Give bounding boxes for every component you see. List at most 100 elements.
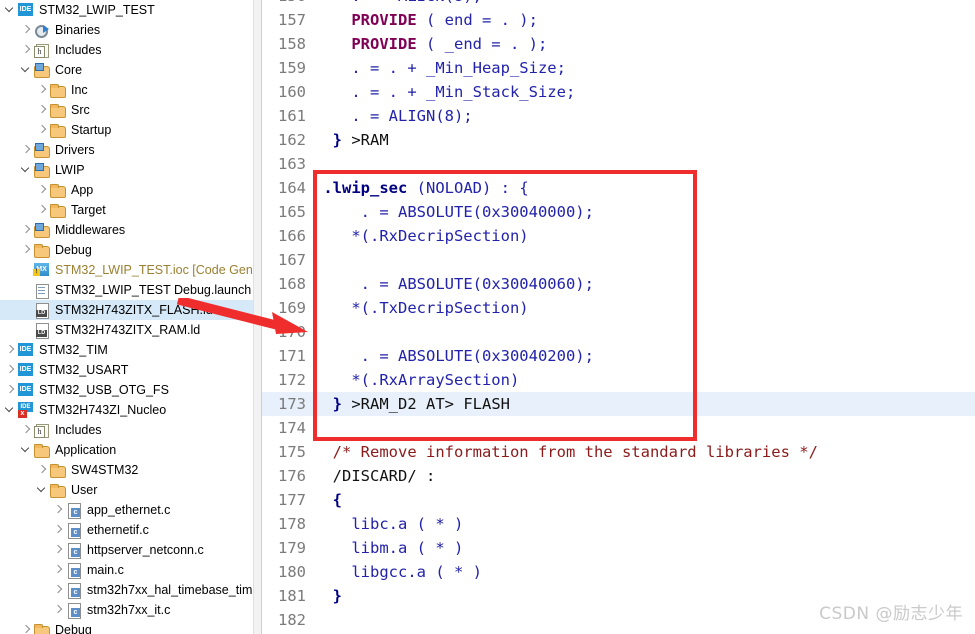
code-line[interactable]: 170 <box>262 320 975 344</box>
code-line[interactable]: 160 . = . + _Min_Stack_Size; <box>262 80 975 104</box>
code-line[interactable]: 165 . = ABSOLUTE(0x30040000); <box>262 200 975 224</box>
tree-item-target[interactable]: Target <box>0 200 253 220</box>
chevron-right-icon[interactable] <box>51 520 65 540</box>
tree-item-stm32h743zitx-flash-ld[interactable]: STM32H743ZITX_FLASH.ld <box>0 300 253 320</box>
tree-item-startup[interactable]: Startup <box>0 120 253 140</box>
chevron-right-icon[interactable] <box>51 500 65 520</box>
code-line[interactable]: 158 PROVIDE ( _end = . ); <box>262 32 975 56</box>
code-content[interactable]: 156 . = ALIGN(8);157 PROVIDE ( end = . )… <box>262 0 975 632</box>
chevron-right-icon[interactable] <box>35 100 49 120</box>
chevron-right-icon[interactable] <box>19 220 33 240</box>
chevron-down-icon[interactable] <box>19 160 33 180</box>
tree-item-middlewares[interactable]: Middlewares <box>0 220 253 240</box>
tree-item-application[interactable]: Application <box>0 440 253 460</box>
chevron-right-icon[interactable] <box>19 420 33 440</box>
tree-item-label: STM32_LWIP_TEST.ioc [Code Gener <box>55 263 253 277</box>
code-editor[interactable]: 156 . = ALIGN(8);157 PROVIDE ( end = . )… <box>262 0 975 634</box>
chevron-right-icon[interactable] <box>3 360 17 380</box>
tree-item-stm32-usb-otg-fs[interactable]: STM32_USB_OTG_FS <box>0 380 253 400</box>
tree-item-stm32-tim[interactable]: STM32_TIM <box>0 340 253 360</box>
code-line[interactable]: 166 *(.RxDecripSection) <box>262 224 975 248</box>
code-line[interactable]: 159 . = . + _Min_Heap_Size; <box>262 56 975 80</box>
chevron-right-icon[interactable] <box>19 620 33 634</box>
chevron-right-icon[interactable] <box>35 120 49 140</box>
source-folder-icon <box>33 162 51 178</box>
tree-item-sw4stm32[interactable]: SW4STM32 <box>0 460 253 480</box>
code-line[interactable]: 162 } >RAM <box>262 128 975 152</box>
chevron-right-icon[interactable] <box>51 580 65 600</box>
code-token: libm.a ( * ) <box>351 539 464 557</box>
tree-item-stm32-lwip-test-ioc-code-gener[interactable]: STM32_LWIP_TEST.ioc [Code Gener <box>0 260 253 280</box>
code-line[interactable]: 174 <box>262 416 975 440</box>
code-text: .lwip_sec (NOLOAD) : { <box>314 176 528 200</box>
tree-item-includes[interactable]: Includes <box>0 420 253 440</box>
code-token: . = ABSOLUTE(0x30040000); <box>360 203 594 221</box>
code-line[interactable]: 156 . = ALIGN(8); <box>262 0 975 8</box>
tree-item-debug[interactable]: Debug <box>0 620 253 634</box>
tree-item-app[interactable]: App <box>0 180 253 200</box>
tree-item-label: SW4STM32 <box>71 463 139 477</box>
chevron-down-icon[interactable] <box>19 60 33 80</box>
tree-item-stm32h7xx-it-c[interactable]: stm32h7xx_it.c <box>0 600 253 620</box>
tree-item-user[interactable]: User <box>0 480 253 500</box>
chevron-right-icon[interactable] <box>35 200 49 220</box>
tree-item-core[interactable]: Core <box>0 60 253 80</box>
tree-item-drivers[interactable]: Drivers <box>0 140 253 160</box>
chevron-right-icon[interactable] <box>51 560 65 580</box>
tree-item-lwip[interactable]: LWIP <box>0 160 253 180</box>
tree-item-binaries[interactable]: Binaries <box>0 20 253 40</box>
chevron-right-icon[interactable] <box>3 340 17 360</box>
tree-item-stm32h743zi-nucleo[interactable]: STM32H743ZI_Nucleo <box>0 400 253 420</box>
tree-item-inc[interactable]: Inc <box>0 80 253 100</box>
chevron-right-icon[interactable] <box>19 40 33 60</box>
code-line[interactable]: 157 PROVIDE ( end = . ); <box>262 8 975 32</box>
code-line[interactable]: 179 libm.a ( * ) <box>262 536 975 560</box>
tree-item-ethernetif-c[interactable]: ethernetif.c <box>0 520 253 540</box>
chevron-right-icon[interactable] <box>51 600 65 620</box>
code-line[interactable]: 175 /* Remove information from the stand… <box>262 440 975 464</box>
tree-item-stm32h7xx-hal-timebase-tim-c[interactable]: stm32h7xx_hal_timebase_tim.c <box>0 580 253 600</box>
tree-item-stm32h743zitx-ram-ld[interactable]: STM32H743ZITX_RAM.ld <box>0 320 253 340</box>
code-line[interactable]: 171 . = ABSOLUTE(0x30040200); <box>262 344 975 368</box>
chevron-right-icon[interactable] <box>51 540 65 560</box>
panel-divider[interactable] <box>253 0 262 634</box>
chevron-right-icon[interactable] <box>3 380 17 400</box>
code-line[interactable]: 161 . = ALIGN(8); <box>262 104 975 128</box>
chevron-down-icon[interactable] <box>19 440 33 460</box>
project-explorer-panel[interactable]: STM32_LWIP_TEST Binaries Includes Core Inc Sr… <box>0 0 253 634</box>
tree-item-main-c[interactable]: main.c <box>0 560 253 580</box>
code-token: } <box>332 131 343 149</box>
tree-item-stm32-usart[interactable]: STM32_USART <box>0 360 253 380</box>
chevron-right-icon[interactable] <box>35 460 49 480</box>
tree-item-debug[interactable]: Debug <box>0 240 253 260</box>
code-line[interactable]: 180 libgcc.a ( * ) <box>262 560 975 584</box>
tree-item-src[interactable]: Src <box>0 100 253 120</box>
code-line[interactable]: 173 } >RAM_D2 AT> FLASH <box>262 392 975 416</box>
code-line[interactable]: 169 *(.TxDecripSection) <box>262 296 975 320</box>
tree-item-httpserver-netconn-c[interactable]: httpserver_netconn.c <box>0 540 253 560</box>
chevron-down-icon[interactable] <box>3 0 17 20</box>
chevron-right-icon[interactable] <box>35 80 49 100</box>
chevron-right-icon[interactable] <box>19 140 33 160</box>
chevron-right-icon[interactable] <box>35 180 49 200</box>
chevron-down-icon[interactable] <box>3 400 17 420</box>
code-line[interactable]: 178 libc.a ( * ) <box>262 512 975 536</box>
tree-item-stm32-lwip-test-debug-launch[interactable]: STM32_LWIP_TEST Debug.launch <box>0 280 253 300</box>
chevron-right-icon[interactable] <box>19 20 33 40</box>
tree-item-stm32-lwip-test[interactable]: STM32_LWIP_TEST <box>0 0 253 20</box>
chevron-down-icon[interactable] <box>35 480 49 500</box>
chevron-right-icon[interactable] <box>19 240 33 260</box>
code-line[interactable]: 168 . = ABSOLUTE(0x30040060); <box>262 272 975 296</box>
code-line[interactable]: 172 *(.RxArraySection) <box>262 368 975 392</box>
code-text: /* Remove information from the standard … <box>314 440 818 464</box>
code-line[interactable]: 177 { <box>262 488 975 512</box>
tree-item-app-ethernet-c[interactable]: app_ethernet.c <box>0 500 253 520</box>
code-line[interactable]: 163 <box>262 152 975 176</box>
code-line[interactable]: 164 .lwip_sec (NOLOAD) : { <box>262 176 975 200</box>
line-number: 162 <box>278 131 306 149</box>
code-line[interactable]: 167 <box>262 248 975 272</box>
code-line[interactable]: 176 /DISCARD/ : <box>262 464 975 488</box>
project-tree[interactable]: STM32_LWIP_TEST Binaries Includes Core Inc Sr… <box>0 0 253 634</box>
tree-item-includes[interactable]: Includes <box>0 40 253 60</box>
